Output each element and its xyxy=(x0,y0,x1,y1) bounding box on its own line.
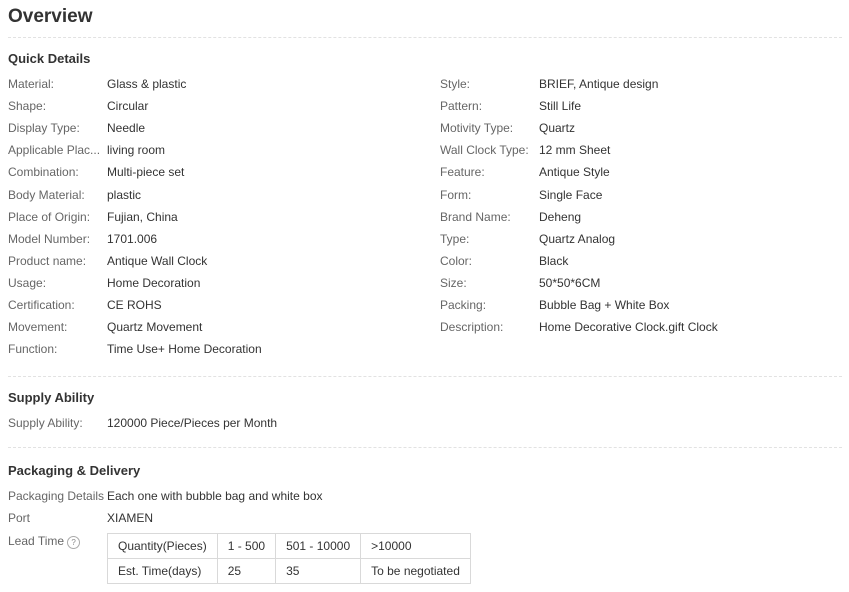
detail-value: Fujian, China xyxy=(107,209,178,224)
table-cell: 1 - 500 xyxy=(216,533,277,559)
detail-label: Pattern: xyxy=(440,99,483,114)
lead-time-label: Lead Time xyxy=(8,534,65,548)
port-label: Port xyxy=(8,511,31,525)
detail-value: living room xyxy=(107,143,166,158)
detail-label: Motivity Type: xyxy=(440,121,514,136)
detail-label: Usage: xyxy=(8,275,47,290)
detail-value: Circular xyxy=(107,99,149,114)
detail-label: Color: xyxy=(440,253,473,268)
detail-label: Place of Origin: xyxy=(8,209,91,224)
divider xyxy=(8,37,842,38)
detail-value: 1701.006 xyxy=(107,231,158,246)
detail-label: Combination: xyxy=(8,165,79,180)
detail-value: 50*50*6CM xyxy=(539,275,601,290)
detail-label: Shape: xyxy=(8,99,47,114)
table-row: Est. Time(days) 25 35 To be negotiated xyxy=(107,558,471,584)
detail-label: Wall Clock Type: xyxy=(440,143,529,158)
detail-label: Description: xyxy=(440,320,504,335)
detail-label: Type: xyxy=(440,231,470,246)
quick-details-title: Quick Details xyxy=(8,51,91,66)
detail-value: Needle xyxy=(107,121,146,136)
packaging-delivery-title: Packaging & Delivery xyxy=(8,463,141,478)
detail-value: Black xyxy=(539,253,569,268)
help-icon[interactable]: ? xyxy=(67,536,81,549)
table-cell: Quantity(Pieces) xyxy=(107,533,218,559)
detail-value: Antique Wall Clock xyxy=(107,253,208,268)
detail-value: CE ROHS xyxy=(107,298,162,312)
page-title: Overview xyxy=(8,6,93,27)
lead-time-label-wrap: Lead Time? xyxy=(8,534,106,549)
detail-label: Feature: xyxy=(440,165,485,180)
detail-label: Movement: xyxy=(8,320,68,335)
supply-ability-title: Supply Ability xyxy=(8,390,95,405)
table-cell: Est. Time(days) xyxy=(107,558,218,584)
table-cell: To be negotiated xyxy=(360,558,471,584)
detail-label: Packing: xyxy=(440,298,487,312)
detail-value: Quartz Analog xyxy=(539,231,616,246)
detail-label: Material: xyxy=(8,77,55,91)
detail-value: plastic xyxy=(107,187,142,202)
detail-label: Size: xyxy=(440,275,467,290)
detail-label: Model Number: xyxy=(8,231,91,246)
detail-value: Multi-piece set xyxy=(107,165,185,180)
table-row: Quantity(Pieces) 1 - 500 501 - 10000 >10… xyxy=(107,533,471,559)
table-cell: 35 xyxy=(275,558,362,584)
detail-label: Style: xyxy=(440,77,471,91)
supply-ability-label: Supply Ability: xyxy=(8,416,83,430)
supply-ability-value: 120000 Piece/Pieces per Month xyxy=(107,416,278,430)
detail-value: Still Life xyxy=(539,99,582,114)
detail-value: BRIEF, Antique design xyxy=(539,77,659,91)
detail-label: Certification: xyxy=(8,298,75,312)
packaging-details-value: Each one with bubble bag and white box xyxy=(107,489,323,503)
detail-label: Form: xyxy=(440,187,472,202)
port-value: XIAMEN xyxy=(107,511,154,525)
table-cell: 25 xyxy=(216,558,277,584)
detail-label: Function: xyxy=(8,342,58,357)
detail-value: Quartz Movement xyxy=(107,320,203,335)
packaging-details-label: Packaging Details xyxy=(8,489,105,503)
detail-label: Applicable Plac... xyxy=(8,143,101,158)
lead-time-table: Quantity(Pieces) 1 - 500 501 - 10000 >10… xyxy=(107,533,471,584)
divider xyxy=(8,376,842,377)
detail-value: Glass & plastic xyxy=(107,77,187,91)
detail-label: Product name: xyxy=(8,253,87,268)
detail-value: Bubble Bag + White Box xyxy=(539,298,670,312)
detail-label: Body Material: xyxy=(8,187,85,202)
detail-value: 12 mm Sheet xyxy=(539,143,611,158)
detail-value: Deheng xyxy=(539,209,582,224)
detail-value: Single Face xyxy=(539,187,603,202)
detail-label: Brand Name: xyxy=(440,209,511,224)
table-cell: >10000 xyxy=(360,533,471,559)
detail-value: Antique Style xyxy=(539,165,610,180)
detail-value: Home Decorative Clock.gift Clock xyxy=(539,320,718,335)
table-cell: 501 - 10000 xyxy=(275,533,362,559)
detail-label: Display Type: xyxy=(8,121,80,136)
detail-value: Home Decoration xyxy=(107,275,201,290)
divider xyxy=(8,447,842,448)
detail-value: Time Use+ Home Decoration xyxy=(107,342,262,357)
detail-value: Quartz xyxy=(539,121,576,136)
